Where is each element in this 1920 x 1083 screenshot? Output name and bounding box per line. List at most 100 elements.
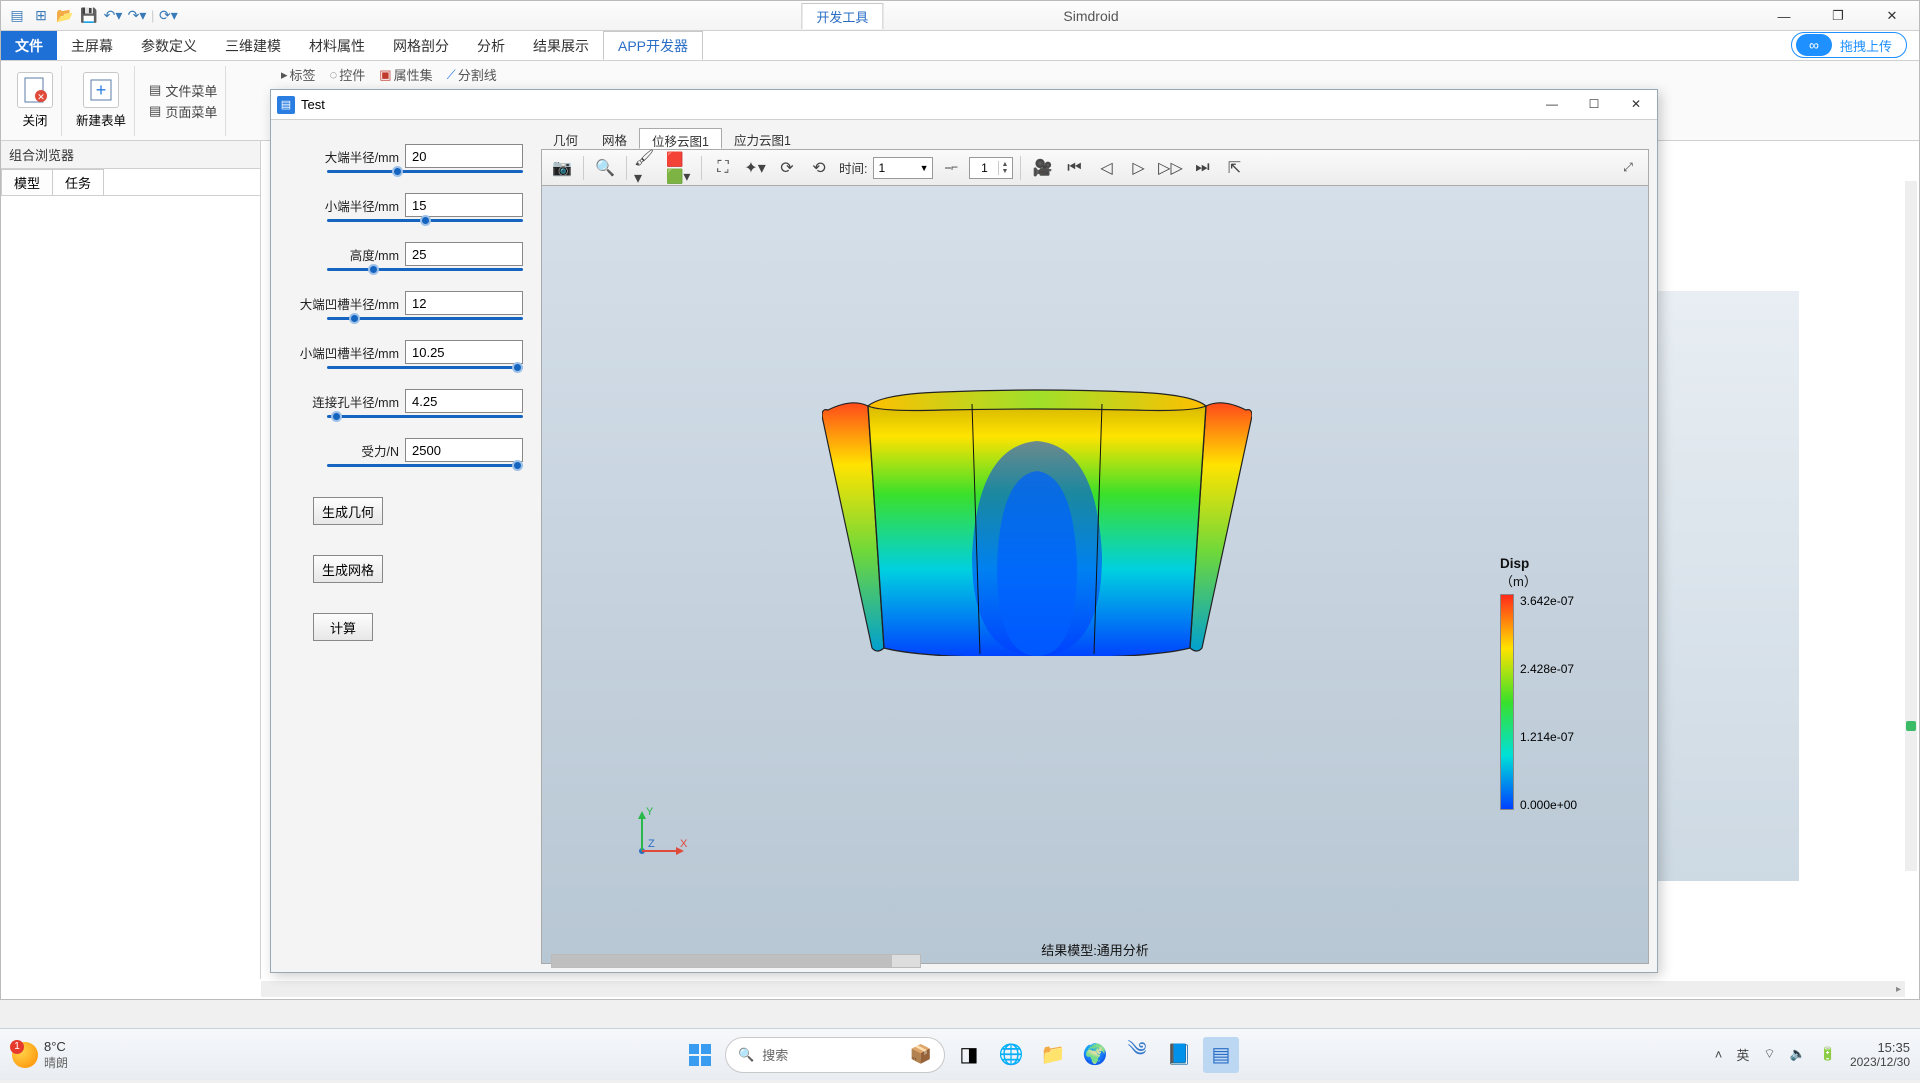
panel-tab-model[interactable]: 模型 <box>1 169 53 195</box>
undo-icon[interactable]: ↶▾ <box>103 6 123 26</box>
new-form-icon[interactable]: + <box>83 72 119 108</box>
viewer-tab-stress[interactable]: 应力云图1 <box>722 128 803 149</box>
open-icon[interactable]: 📂 <box>55 6 75 26</box>
tab-parameters[interactable]: 参数定义 <box>127 31 211 60</box>
fit-icon[interactable]: ⛶ <box>709 154 737 182</box>
compute-button[interactable]: 计算 <box>313 613 373 641</box>
colorbar-unit: （m） <box>1500 571 1620 590</box>
panel-tab-task[interactable]: 任务 <box>52 169 104 195</box>
first-frame-icon[interactable]: ⏮ <box>1060 154 1088 182</box>
tab-material[interactable]: 材料属性 <box>295 31 379 60</box>
large-radius-slider[interactable] <box>327 170 523 173</box>
vertical-scrollbar[interactable] <box>1905 181 1917 871</box>
tab-analysis[interactable]: 分析 <box>463 31 519 60</box>
large-groove-slider[interactable] <box>327 317 523 320</box>
child-minimize-button[interactable]: — <box>1531 90 1573 118</box>
small-groove-input[interactable] <box>405 340 523 364</box>
camera-icon[interactable]: 📷 <box>548 154 576 182</box>
hole-radius-input[interactable] <box>405 389 523 413</box>
hole-radius-slider[interactable] <box>327 415 523 418</box>
left-panel: 组合浏览器 模型 任务 <box>1 141 261 979</box>
save-icon[interactable]: 💾 <box>79 6 99 26</box>
tray-chevron-icon[interactable]: ˄ <box>1715 1047 1723 1062</box>
tray-wifi-icon[interactable]: ⌔ <box>1763 1046 1775 1062</box>
tray-clock[interactable]: 15:35 2023/12/30 <box>1850 1040 1910 1070</box>
large-groove-input[interactable] <box>405 291 523 315</box>
small-radius-slider[interactable] <box>327 219 523 222</box>
3d-viewport[interactable]: Y X Z Disp （m） 3.642e-07 2.428 <box>541 186 1649 964</box>
partial-divider[interactable]: ⟋ 分割线 <box>447 65 497 84</box>
small-groove-slider[interactable] <box>327 366 523 369</box>
tray-language[interactable]: 英 <box>1736 1045 1749 1064</box>
dev-tools-tab[interactable]: 开发工具 <box>801 3 883 29</box>
record-icon[interactable]: 🎥 <box>1028 154 1056 182</box>
minimize-button[interactable]: — <box>1757 1 1811 31</box>
expand-icon[interactable]: ⤢ <box>1614 154 1642 182</box>
time-combo[interactable]: 1▼ <box>873 157 933 179</box>
viewer-tab-geometry[interactable]: 几何 <box>541 128 590 149</box>
svg-text:Z: Z <box>648 838 655 850</box>
tab-app-developer[interactable]: APP开发器 <box>603 31 703 60</box>
child-title-bar[interactable]: ▤ Test — ☐ ✕ <box>271 90 1657 120</box>
upload-pill[interactable]: ∞ 拖拽上传 <box>1791 32 1907 58</box>
colormap-icon[interactable]: 🟥🟩▾ <box>666 154 694 182</box>
svg-text:Y: Y <box>646 806 654 818</box>
viewer-tab-displacement[interactable]: 位移云图1 <box>639 128 722 149</box>
redo-icon[interactable]: ↷▾ <box>127 6 147 26</box>
tab-main-screen[interactable]: 主屏幕 <box>57 31 127 60</box>
scale-icon[interactable]: ⎯⌐ <box>937 154 965 182</box>
partial-control[interactable]: ◌ 控件 <box>330 65 366 84</box>
taskbar-app-1[interactable]: ◨ <box>951 1037 987 1073</box>
zoom-icon[interactable]: 🔍 <box>591 154 619 182</box>
taskbar-simdroid-icon[interactable]: ▤ <box>1203 1037 1239 1073</box>
weather-widget[interactable]: 8°C 晴朗 <box>0 1039 68 1071</box>
force-input[interactable] <box>405 438 523 462</box>
taskbar-app-globe-icon[interactable]: 🌍 <box>1077 1037 1113 1073</box>
brush-icon[interactable]: 🖌▾ <box>634 154 662 182</box>
file-menu-item[interactable]: ▤文件菜单 <box>149 81 217 100</box>
generate-mesh-button[interactable]: 生成网格 <box>313 555 383 583</box>
taskbar-app-swirl-icon[interactable]: ༄ <box>1119 1037 1155 1073</box>
tab-3d-modeling[interactable]: 三维建模 <box>211 31 295 60</box>
app-name: Simdroid <box>1063 8 1118 24</box>
close-doc-icon[interactable]: ✕ <box>17 72 53 108</box>
height-slider[interactable] <box>327 268 523 271</box>
horizontal-scrollbar[interactable]: ▸ <box>261 981 1905 997</box>
maximize-button[interactable]: ❐ <box>1811 1 1865 31</box>
rotate-ccw-icon[interactable]: ⟲ <box>805 154 833 182</box>
close-button[interactable]: ✕ <box>1865 1 1919 31</box>
page-menu-item[interactable]: ▤页面菜单 <box>149 102 217 121</box>
start-button[interactable] <box>681 1036 719 1074</box>
upload-label: 拖拽上传 <box>1840 36 1902 55</box>
tab-mesh[interactable]: 网格剖分 <box>379 31 463 60</box>
taskbar-edge-icon[interactable]: 🌐 <box>993 1037 1029 1073</box>
export-icon[interactable]: ⇱ <box>1220 154 1248 182</box>
child-close-button[interactable]: ✕ <box>1615 90 1657 118</box>
tab-results[interactable]: 结果展示 <box>519 31 603 60</box>
play-icon[interactable]: ▷ <box>1124 154 1152 182</box>
large-radius-input[interactable] <box>405 144 523 168</box>
axes-icon[interactable]: ✦▾ <box>741 154 769 182</box>
prev-frame-icon[interactable]: ◁ <box>1092 154 1120 182</box>
scale-spinner[interactable]: ▲▼ <box>969 157 1013 179</box>
partial-propset[interactable]: ▣ 属性集 <box>379 65 432 84</box>
generate-geometry-button[interactable]: 生成几何 <box>313 497 383 525</box>
small-radius-input[interactable] <box>405 193 523 217</box>
new-icon[interactable]: ⊞ <box>31 6 51 26</box>
file-menu[interactable]: 文件 <box>1 31 57 60</box>
tray-battery-icon[interactable]: 🔋 <box>1820 1046 1836 1062</box>
child-maximize-button[interactable]: ☐ <box>1573 90 1615 118</box>
taskbar-app-book-icon[interactable]: 📘 <box>1161 1037 1197 1073</box>
refresh-icon[interactable]: ⟳▾ <box>158 6 178 26</box>
height-input[interactable] <box>405 242 523 266</box>
force-slider[interactable] <box>327 464 523 467</box>
partial-label[interactable]: ▸ 标签 <box>281 65 316 84</box>
last-frame-icon[interactable]: ⏭ <box>1188 154 1216 182</box>
taskbar-explorer-icon[interactable]: 📁 <box>1035 1037 1071 1073</box>
child-hscroll[interactable] <box>551 954 921 968</box>
rotate-cw-icon[interactable]: ⟳ <box>773 154 801 182</box>
taskbar-search[interactable]: 🔍 搜索 📦 <box>725 1037 945 1073</box>
viewer-tab-mesh[interactable]: 网格 <box>590 128 639 149</box>
tray-volume-icon[interactable]: 🔈 <box>1790 1046 1806 1062</box>
next-frame-icon[interactable]: ▷▷ <box>1156 154 1184 182</box>
